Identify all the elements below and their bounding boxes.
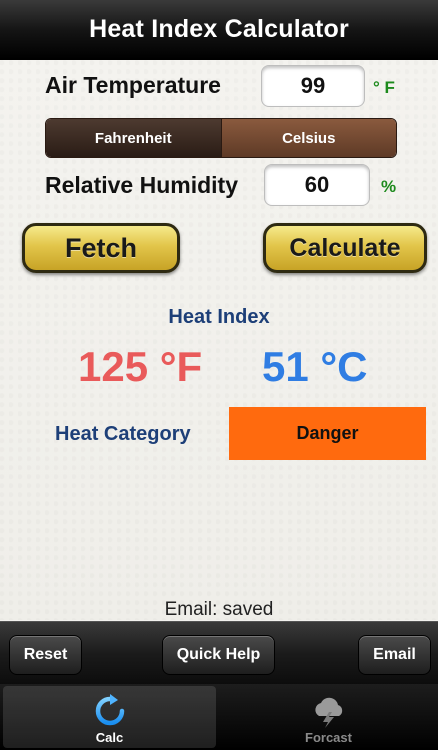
- email-button[interactable]: Email: [358, 635, 431, 675]
- segment-celsius[interactable]: Celsius: [220, 119, 396, 157]
- bottom-toolbar: Reset Quick Help Email: [0, 621, 438, 685]
- humidity-unit-label: %: [381, 177, 397, 196]
- tab-bar: Calc Forcast: [0, 684, 438, 750]
- page-title: Heat Index Calculator: [89, 15, 349, 43]
- tab-calc[interactable]: Calc: [3, 686, 216, 748]
- tab-forcast[interactable]: Forcast: [222, 686, 435, 748]
- relative-humidity-label: Relative Humidity: [45, 172, 238, 198]
- heat-index-celsius: 51 °C: [262, 343, 368, 390]
- heat-category-label: Heat Category: [55, 423, 191, 445]
- tab-forcast-label: Forcast: [305, 730, 352, 745]
- temperature-unit-label: ° F: [373, 78, 395, 97]
- air-temperature-label: Air Temperature: [45, 72, 221, 98]
- tab-calc-label: Calc: [95, 730, 124, 745]
- fetch-button[interactable]: Fetch: [22, 223, 180, 273]
- unit-segmented-control: Fahrenheit Celsius: [45, 118, 397, 158]
- reset-button[interactable]: Reset: [9, 635, 82, 675]
- email-status-text: Email: saved: [164, 599, 274, 620]
- title-bar: Heat Index Calculator: [0, 0, 438, 60]
- refresh-icon: [95, 694, 124, 726]
- relative-humidity-input[interactable]: 60: [264, 164, 370, 206]
- storm-cloud-icon: [314, 697, 342, 728]
- heat-category-badge: Danger: [229, 407, 426, 460]
- air-temperature-input[interactable]: 99: [261, 65, 365, 107]
- segment-fahrenheit[interactable]: Fahrenheit: [46, 119, 221, 157]
- calculate-button[interactable]: Calculate: [263, 223, 427, 273]
- heat-index-fahrenheit: 125 °F: [78, 343, 203, 390]
- heat-index-title: Heat Index: [168, 306, 270, 328]
- quick-help-button[interactable]: Quick Help: [162, 635, 275, 675]
